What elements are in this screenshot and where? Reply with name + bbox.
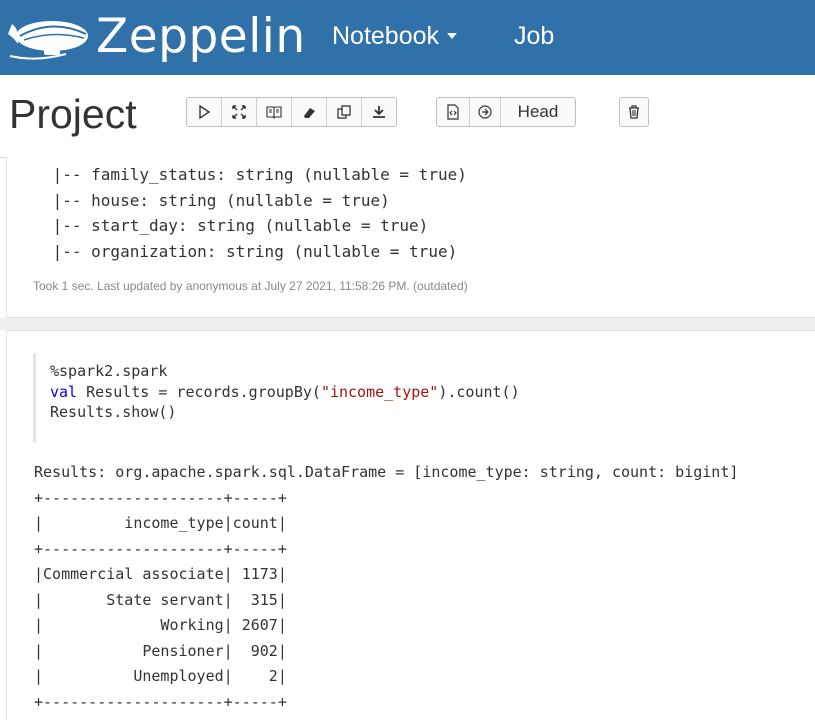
circle-arrow-icon	[478, 105, 492, 119]
notebook-header: Project Head	[0, 75, 815, 158]
eraser-icon	[304, 108, 315, 118]
code-editor[interactable]: %spark2.spark val Results = records.group…	[33, 353, 815, 443]
book-icon	[266, 106, 282, 119]
run-all-button[interactable]	[187, 98, 222, 126]
nav-notebook-label: Notebook	[332, 22, 440, 50]
output-line: | Working| 2607|	[34, 616, 287, 634]
schema-output: |-- family_status: string (nullable = tr…	[43, 162, 467, 264]
output-line: +--------------------+-----+	[34, 488, 287, 507]
trash-icon	[629, 105, 639, 119]
code-token: ).count()	[438, 382, 520, 401]
clear-output-button[interactable]	[292, 98, 327, 126]
paragraph-schema-output: |-- family_status: string (nullable = tr…	[6, 157, 815, 318]
output-line: |Commercial associate| 1173|	[34, 565, 287, 583]
version-control-button[interactable]	[437, 98, 470, 126]
output-line: | State servant| 315|	[34, 590, 287, 609]
clone-notebook-button[interactable]	[327, 98, 362, 126]
output-line: | Unemployed| 2|	[34, 667, 287, 685]
output-line: Results: org.apache.spark.sql.DataFrame …	[34, 463, 739, 481]
play-icon	[199, 104, 211, 120]
code-keyword: val	[50, 382, 78, 401]
version-control-group: Head	[436, 97, 576, 127]
output-line: | Pensioner| 902|	[34, 641, 287, 660]
top-navbar: Zeppelin Notebook Job	[0, 0, 815, 75]
output-line: +--------------------+-----+	[34, 692, 287, 711]
revision-button[interactable]	[470, 98, 501, 126]
code-line: val Results = records.groupBy("income_ty…	[50, 382, 520, 403]
show-hide-output-button[interactable]	[257, 98, 292, 126]
code-string: "income_type"	[320, 382, 439, 401]
copy-icon	[337, 105, 351, 119]
brand-name[interactable]: Zeppelin	[96, 9, 306, 65]
notebook-title[interactable]: Project	[9, 89, 137, 139]
schema-line: |-- family_status: string (nullable = tr…	[43, 165, 467, 184]
paragraph-output: Results: org.apache.spark.sql.DataFrame …	[34, 460, 738, 715]
zeppelin-airship-icon[interactable]	[6, 10, 92, 66]
schema-line: |-- house: string (nullable = true)	[43, 190, 390, 210]
delete-notebook-button[interactable]	[619, 97, 649, 127]
output-line: +--------------------+-----+	[34, 539, 287, 558]
nav-job-link[interactable]: Job	[514, 20, 554, 52]
export-notebook-button[interactable]	[362, 98, 396, 126]
code-line: %spark2.spark	[50, 362, 168, 380]
head-revision-button[interactable]: Head	[501, 98, 575, 126]
code-text[interactable]: %spark2.spark val Results = records.group…	[50, 361, 520, 423]
output-line: | income_type|count|	[34, 514, 287, 532]
show-hide-code-button[interactable]	[222, 98, 257, 126]
expand-arrows-icon	[232, 105, 246, 119]
code-line: Results.show()	[50, 403, 177, 421]
code-token: Results = records.groupBy(	[77, 382, 321, 401]
paragraph-separator	[0, 318, 815, 330]
file-code-icon	[447, 104, 459, 120]
nav-notebook-menu[interactable]: Notebook	[332, 20, 458, 52]
paragraph-income-type: %spark2.spark val Results = records.group…	[6, 330, 815, 720]
download-icon	[373, 106, 385, 118]
schema-line: |-- start_day: string (nullable = true)	[43, 216, 429, 235]
schema-line: |-- organization: string (nullable = tru…	[43, 241, 458, 261]
caret-down-icon	[447, 33, 458, 40]
notebook-actions-group	[186, 97, 397, 127]
paragraph-status: Took 1 sec. Last updated by anonymous at…	[33, 279, 468, 293]
